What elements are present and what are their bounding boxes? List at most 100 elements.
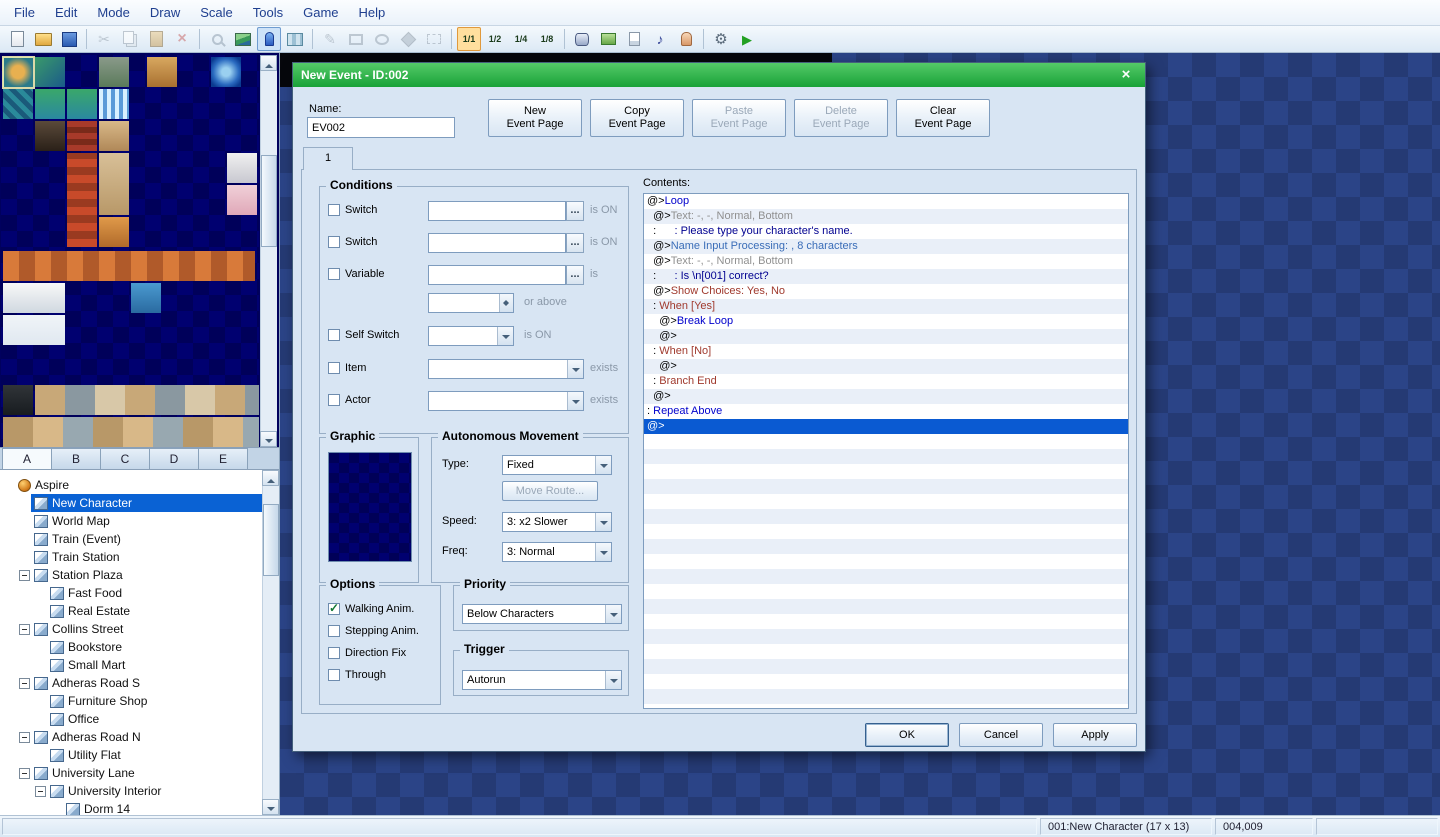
event-page-tab-1[interactable]: 1	[303, 147, 353, 170]
map-mode-icon[interactable]	[231, 27, 255, 51]
trigger-select[interactable]: Autorun	[462, 670, 622, 690]
tree-item[interactable]: Utility Flat	[0, 746, 262, 764]
tree-collapse-icon[interactable]	[34, 782, 47, 800]
scroll-down-icon[interactable]	[260, 431, 277, 447]
close-icon[interactable]: ×	[1115, 66, 1137, 84]
event-command-line[interactable]: : When [No]	[644, 344, 1128, 359]
region-mode-icon[interactable]	[283, 27, 307, 51]
movement-freq-select[interactable]: 3: Normal	[502, 542, 612, 562]
tree-item[interactable]: Station Plaza	[0, 566, 262, 584]
checkbox-through[interactable]	[328, 669, 340, 681]
event-command-line[interactable]: @> Text: -, -, Normal, Bottom	[644, 254, 1128, 269]
menu-draw[interactable]: Draw	[140, 1, 190, 24]
switch2-browse-button[interactable]: ...	[566, 233, 584, 253]
tree-collapse-icon[interactable]	[18, 674, 31, 692]
scrollbar-track[interactable]	[260, 71, 277, 431]
variable-value-stepper[interactable]	[428, 293, 514, 313]
scroll-up-icon[interactable]	[262, 470, 279, 486]
event-command-line[interactable]: @>	[644, 359, 1128, 374]
event-command-line[interactable]: : Branch End	[644, 374, 1128, 389]
stepper-arrows-icon[interactable]	[499, 294, 513, 312]
menu-tools[interactable]: Tools	[243, 1, 293, 24]
checkbox-direction-fix[interactable]	[328, 647, 340, 659]
scrollbar-thumb[interactable]	[261, 155, 277, 247]
scrollbar-thumb[interactable]	[263, 504, 279, 576]
dialog-titlebar[interactable]: New Event - ID:002 ×	[293, 63, 1145, 87]
tree-item[interactable]: Fast Food	[0, 584, 262, 602]
actor-select[interactable]	[428, 391, 584, 411]
event-command-line[interactable]: @> Break Loop	[644, 314, 1128, 329]
event-name-input[interactable]	[307, 117, 455, 138]
open-folder-icon[interactable]	[31, 27, 55, 51]
ok-button[interactable]: OK	[865, 723, 949, 747]
self-switch-select[interactable]	[428, 326, 514, 346]
movement-type-select[interactable]: Fixed	[502, 455, 612, 475]
switch2-checkbox[interactable]	[328, 236, 340, 248]
scroll-up-icon[interactable]	[260, 55, 277, 71]
tileset-palette[interactable]	[1, 55, 259, 447]
tree-scrollbar[interactable]	[262, 470, 279, 815]
event-command-line[interactable]: @> Show Choices: Yes, No	[644, 284, 1128, 299]
event-command-line[interactable]: : : Please type your character's name.	[644, 224, 1128, 239]
event-command-line[interactable]: : : Is \n[001] correct?	[644, 269, 1128, 284]
menu-game[interactable]: Game	[293, 1, 348, 24]
checkbox-walking-anim-[interactable]	[328, 601, 340, 615]
event-command-line[interactable]: @> Loop	[644, 194, 1128, 209]
scrollbar-track[interactable]	[262, 486, 279, 799]
switch1-browse-button[interactable]: ...	[566, 201, 584, 221]
character-icon[interactable]	[674, 27, 698, 51]
tree-item[interactable]: University Lane	[0, 764, 262, 782]
zoom-1-1-icon[interactable]: 1/1	[457, 27, 481, 51]
event-graphic-preview[interactable]	[328, 452, 412, 562]
menu-help[interactable]: Help	[349, 1, 396, 24]
tree-item[interactable]: Train Station	[0, 548, 262, 566]
palette-tab-c[interactable]: C	[100, 448, 150, 469]
menu-mode[interactable]: Mode	[87, 1, 140, 24]
clear-event-page-button[interactable]: Clear Event Page	[896, 99, 990, 137]
tree-collapse-icon[interactable]	[18, 728, 31, 746]
checkbox-stepping-anim-[interactable]	[328, 625, 340, 637]
palette-tab-a[interactable]: A	[2, 448, 52, 469]
switch1-input[interactable]	[428, 201, 566, 221]
zoom-1-2-icon[interactable]: 1/2	[483, 27, 507, 51]
tree-item[interactable]: Aspire	[0, 476, 262, 494]
materials-icon[interactable]	[596, 27, 620, 51]
tree-item[interactable]: Collins Street	[0, 620, 262, 638]
tree-item[interactable]: Dorm 14	[0, 800, 262, 815]
save-icon[interactable]	[57, 27, 81, 51]
tree-item[interactable]: Adheras Road N	[0, 728, 262, 746]
tree-item[interactable]: World Map	[0, 512, 262, 530]
tree-collapse-icon[interactable]	[18, 764, 31, 782]
menu-edit[interactable]: Edit	[45, 1, 87, 24]
actor-checkbox[interactable]	[328, 394, 340, 406]
tree-item[interactable]: Office	[0, 710, 262, 728]
tree-item[interactable]: New Character	[0, 494, 262, 512]
new-event-page-button[interactable]: New Event Page	[488, 99, 582, 137]
copy-event-page-button[interactable]: Copy Event Page	[590, 99, 684, 137]
options-gear-icon[interactable]: ⚙	[709, 27, 733, 51]
palette-tab-e[interactable]: E	[198, 448, 248, 469]
event-command-line[interactable]: : When [Yes]	[644, 299, 1128, 314]
playtest-icon[interactable]: ▶	[735, 27, 759, 51]
palette-tab-d[interactable]: D	[149, 448, 199, 469]
tree-item[interactable]: Bookstore	[0, 638, 262, 656]
script-editor-icon[interactable]	[622, 27, 646, 51]
variable-checkbox[interactable]	[328, 268, 340, 280]
priority-select[interactable]: Below Characters	[462, 604, 622, 624]
new-file-icon[interactable]	[5, 27, 29, 51]
tree-collapse-icon[interactable]	[18, 620, 31, 638]
sound-test-icon[interactable]: ♪	[648, 27, 672, 51]
tree-collapse-icon[interactable]	[18, 566, 31, 584]
event-command-line[interactable]: @>	[644, 389, 1128, 404]
zoom-1-8-icon[interactable]: 1/8	[535, 27, 559, 51]
movement-speed-select[interactable]: 3: x2 Slower	[502, 512, 612, 532]
switch2-input[interactable]	[428, 233, 566, 253]
event-mode-icon[interactable]	[257, 27, 281, 51]
palette-scrollbar[interactable]	[260, 55, 277, 447]
tree-item[interactable]: Furniture Shop	[0, 692, 262, 710]
self-switch-checkbox[interactable]	[328, 329, 340, 341]
scroll-down-icon[interactable]	[262, 799, 279, 815]
event-command-line[interactable]: @>	[644, 419, 1128, 434]
zoom-1-4-icon[interactable]: 1/4	[509, 27, 533, 51]
tree-item[interactable]: Adheras Road S	[0, 674, 262, 692]
